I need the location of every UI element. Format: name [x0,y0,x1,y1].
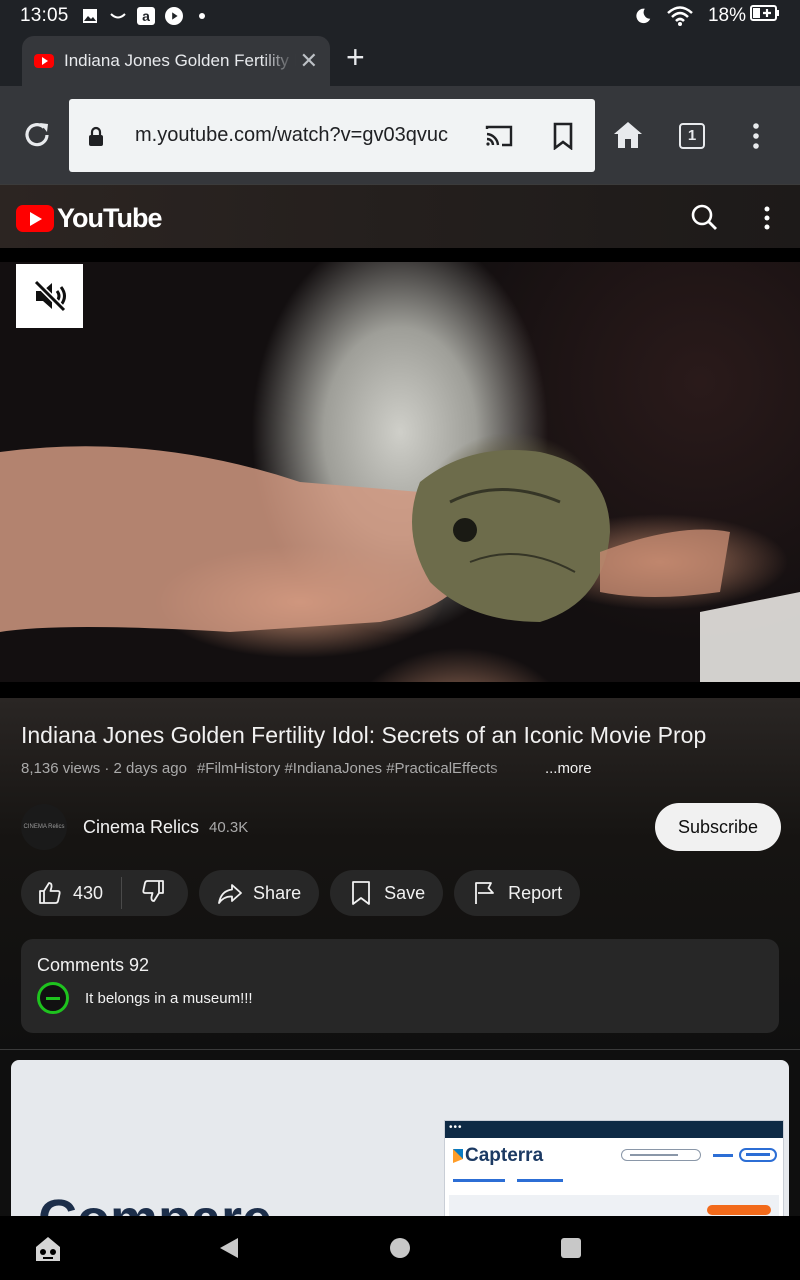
recent-apps-icon[interactable] [561,1238,581,1258]
youtube-logo-icon [16,205,54,232]
capterra-logo-icon [453,1149,463,1163]
video-frame-image [0,446,800,682]
status-bar: 13:05 a 18% [0,0,800,32]
share-button[interactable]: Share [199,870,320,916]
capterra-brand-text: Capterra [465,1145,544,1166]
youtube-logo[interactable]: YouTube [16,203,162,234]
ad-banner[interactable]: Compare ••• Capterra [11,1060,789,1216]
save-button[interactable]: Save [330,870,444,916]
unmute-button[interactable] [16,264,83,328]
thumbs-down-icon [140,878,166,909]
subscribe-button[interactable]: Subscribe [655,803,781,851]
comments-title: Comments 92 [37,955,150,975]
image-icon [81,7,99,25]
video-title[interactable]: Indiana Jones Golden Fertility Idol: Sec… [21,722,706,749]
channel-row: CINEMA Relics Cinema Relics 40.3K Subscr… [21,802,781,852]
home-nav-icon[interactable] [390,1238,410,1258]
new-tab-icon[interactable]: + [346,41,365,73]
tab-switcher-button[interactable]: 1 [679,123,705,149]
channel-avatar-text: CINEMA Relics [23,823,65,830]
svg-text:a: a [142,8,150,24]
description-more-link[interactable]: ...more [545,760,592,777]
report-button[interactable]: Report [454,870,581,916]
like-button[interactable]: 430 [21,870,121,916]
comments-panel[interactable]: Comments 92 It belongs in a museum!!! [21,939,779,1033]
like-dislike-pill: 430 [21,870,189,916]
channel-name[interactable]: Cinema Relics [83,817,199,838]
youtube-header: YouTube [0,184,800,248]
video-frame[interactable] [0,262,800,682]
wifi-icon [666,6,694,26]
report-label: Report [508,882,563,903]
ad-search-box [621,1149,701,1161]
lock-icon[interactable] [85,125,107,147]
browser-toolbar: m.youtube.com/watch?v=gv03qvuc 1 [0,86,800,184]
capterra-logo: Capterra [453,1145,543,1167]
ad-headline: Compare [38,1188,272,1216]
channel-avatar[interactable]: CINEMA Relics [21,804,67,850]
assistant-icon[interactable] [33,1234,63,1264]
ad-nav-line [517,1179,563,1182]
back-icon[interactable] [218,1236,240,1265]
ad-window-bar: ••• [445,1121,783,1138]
hashtags[interactable]: #FilmHistory #IndianaJones #PracticalEff… [197,760,527,777]
browser-tab-active[interactable]: Indiana Jones Golden Fertility Idol: Sec… [22,36,330,86]
muted-speaker-icon [33,279,66,313]
commenter-avatar [37,982,69,1014]
dot-icon [193,7,211,25]
share-label: Share [253,882,302,903]
ad-screenshot: ••• Capterra [444,1120,784,1216]
video-player[interactable] [0,248,800,698]
video-metadata: Indiana Jones Golden Fertility Idol: Sec… [0,698,800,1050]
reload-icon[interactable] [20,118,54,152]
share-icon [217,880,243,906]
like-count: 430 [73,882,104,903]
dislike-button[interactable] [122,870,188,916]
search-icon[interactable] [690,203,718,231]
youtube-play-icon [164,7,183,25]
moon-icon [634,7,652,25]
battery-percent: 18% [707,5,746,26]
close-tab-icon[interactable]: ✕ [300,48,318,74]
browser-menu-icon[interactable] [748,122,764,150]
flag-icon [472,880,498,906]
ad-orange-button [707,1205,771,1215]
video-info-line[interactable]: 8,136 views · 2 days ago #FilmHistory #I… [21,760,592,777]
ad-nav-line [453,1179,505,1182]
smile-icon [109,7,127,25]
action-bar: 430 Share Save Report [21,870,581,916]
section-divider [0,1049,800,1050]
top-comment-text: It belongs in a museum!!! [85,989,253,1007]
tab-title: Indiana Jones Golden Fertility Idol: Sec… [64,51,296,70]
top-comment[interactable]: It belongs in a museum!!! [37,982,763,1014]
bookmark-icon[interactable] [551,122,575,151]
views-and-date: 8,136 views · 2 days ago [21,760,187,777]
thumbs-up-icon [37,880,63,906]
browser-tab-strip: Indiana Jones Golden Fertility Idol: Sec… [0,32,800,86]
subscriber-count: 40.3K [209,818,249,836]
ad-link-line [713,1154,733,1157]
save-label: Save [384,882,426,903]
battery-charging-icon [750,5,780,27]
system-nav-bar [0,1216,800,1280]
more-options-icon[interactable] [760,205,774,231]
youtube-favicon-icon [34,54,54,68]
amazon-icon: a [136,7,155,25]
url-text[interactable]: m.youtube.com/watch?v=gv03qvuc [135,124,467,147]
youtube-logo-text: YouTube [57,203,162,233]
status-time: 13:05 [20,5,69,26]
home-icon[interactable] [612,120,644,150]
address-bar[interactable]: m.youtube.com/watch?v=gv03qvuc [69,99,595,172]
ad-mock-button [739,1148,777,1162]
cast-icon[interactable] [483,120,515,152]
battery-indicator: 18% [708,5,780,27]
save-bookmark-icon [348,880,374,906]
notification-icons: a [81,7,211,25]
